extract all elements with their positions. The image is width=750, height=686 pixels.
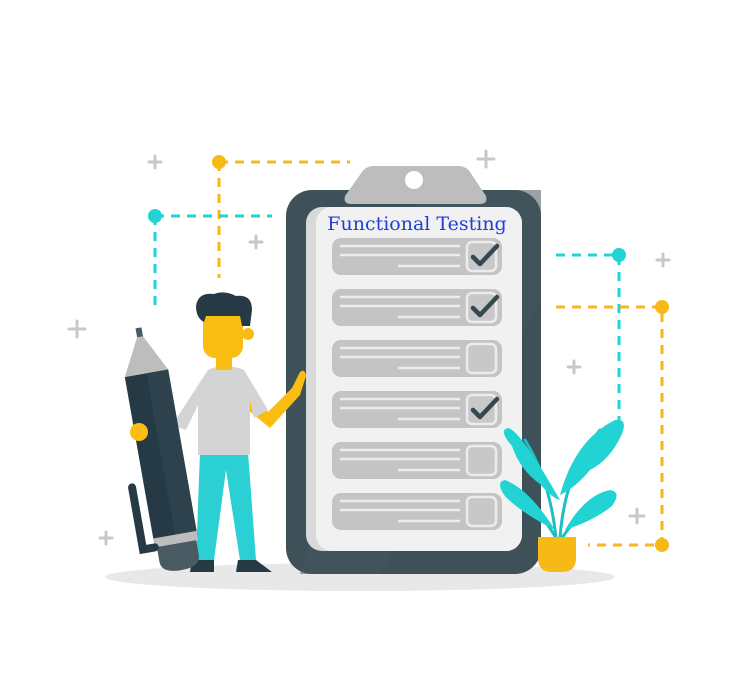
checkbox xyxy=(465,495,498,528)
connector-node-yellow xyxy=(212,155,226,169)
checklist-item xyxy=(332,340,502,377)
person-shirt xyxy=(172,366,268,455)
checklist-item xyxy=(332,289,502,326)
plant-pot xyxy=(538,537,576,572)
checkbox xyxy=(465,342,498,375)
illustration-title: Functional Testing xyxy=(327,213,506,235)
clipboard-clip-hole xyxy=(405,171,423,189)
connector-node-teal xyxy=(148,209,162,223)
checkbox xyxy=(465,444,498,477)
plant-leaf xyxy=(565,490,617,530)
plus-icon xyxy=(147,154,163,170)
plus-icon xyxy=(566,359,582,375)
person-hand xyxy=(130,423,148,441)
pencil xyxy=(124,327,199,571)
pencil-tip xyxy=(124,334,169,378)
plus-icon xyxy=(98,530,114,546)
checklist-item xyxy=(332,391,502,428)
teal-connector-right xyxy=(556,253,621,420)
checklist-item xyxy=(332,238,502,275)
connector-node-yellow xyxy=(655,300,669,314)
functional-testing-illustration: Functional Testing xyxy=(67,149,671,591)
plant-leaf xyxy=(560,419,624,495)
plus-icon xyxy=(248,234,264,250)
connector-node-teal xyxy=(612,248,626,262)
plus-icon xyxy=(476,149,496,169)
person-pants xyxy=(196,452,256,560)
plus-icon xyxy=(628,507,646,525)
plus-icon xyxy=(655,252,671,268)
plus-icon xyxy=(67,319,87,339)
connector-node-yellow xyxy=(655,538,669,552)
person-head xyxy=(203,310,243,358)
person-ear xyxy=(242,328,254,340)
checklist-item xyxy=(332,493,502,530)
checklist-item xyxy=(332,442,502,479)
